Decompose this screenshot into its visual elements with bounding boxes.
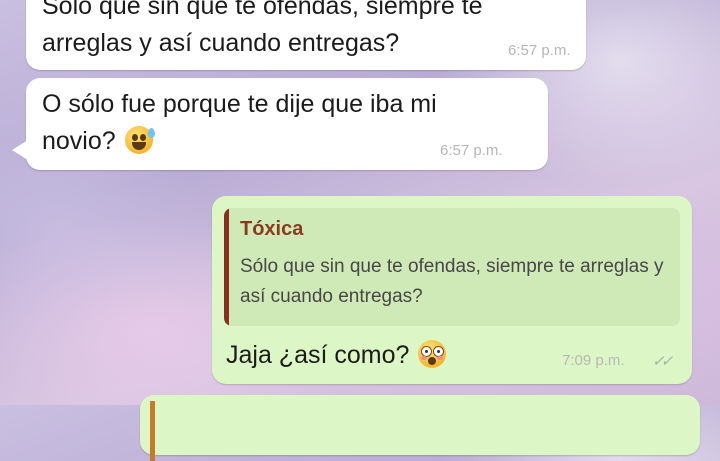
message-timestamp: 6:57 p.m. [440, 142, 503, 159]
quote-accent-bar [150, 401, 155, 461]
bubble-tail [12, 140, 28, 160]
outgoing-message-bubble[interactable] [140, 395, 700, 461]
message-text-line-2: arreglas y así cuando entregas? [42, 29, 400, 57]
message-text: Sólo que sin que te ofendas, siempre te … [42, 0, 483, 62]
outgoing-message-bubble[interactable]: Tóxica Sólo que sin que te ofendas, siem… [212, 196, 692, 384]
message-text-line-1: O sólo fue porque te dije que iba mi [42, 90, 437, 118]
incoming-message-bubble[interactable]: Sólo que sin que te ofendas, siempre te … [26, 0, 586, 70]
double-check-icon: ✓✓ [652, 353, 673, 370]
message-text-line-1: Sólo que sin que te ofendas, siempre te [42, 0, 483, 20]
message-text: Jaja ¿así como? [226, 337, 447, 374]
incoming-message-bubble[interactable]: O sólo fue porque te dije que iba mi nov… [12, 78, 548, 170]
quoted-message[interactable]: Tóxica Sólo que sin que te ofendas, siem… [224, 208, 680, 326]
flushed-emoji [418, 340, 447, 368]
sweat-smile-emoji [124, 126, 155, 154]
message-timestamp: 7:09 p.m. [562, 352, 625, 369]
quote-text: Sólo que sin que te ofendas, siempre te … [240, 256, 664, 307]
message-text: O sólo fue porque te dije que iba mi nov… [42, 86, 437, 160]
message-text-line-1: Jaja ¿así como? [226, 341, 410, 369]
quote-accent-bar [224, 208, 229, 326]
message-text-line-2: novio? [42, 127, 116, 155]
message-timestamp: 6:57 p.m. [508, 42, 571, 59]
quote-author: Tóxica [240, 218, 304, 240]
